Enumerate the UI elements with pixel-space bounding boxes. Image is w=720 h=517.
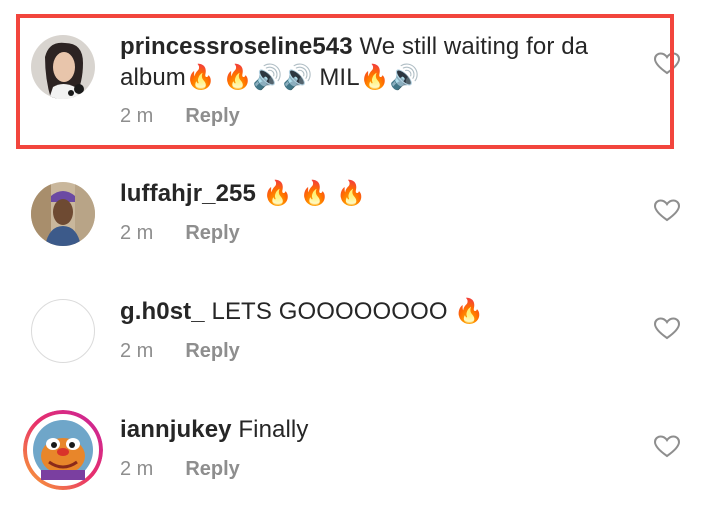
comment-body: Finally (231, 416, 309, 443)
like-heart-icon[interactable] (654, 199, 680, 223)
like-heart-icon[interactable] (654, 435, 680, 459)
like-heart-icon[interactable] (654, 52, 680, 76)
avatar[interactable] (31, 299, 95, 363)
comment-body: 🔥 🔥 🔥 (255, 180, 367, 207)
avatar[interactable] (31, 35, 95, 99)
reply-button[interactable]: Reply (185, 105, 239, 127)
comment-body-line2: album🔥 🔥🔊🔊 MIL🔥🔊 (120, 64, 420, 91)
comment-text: iannjukey Finally (120, 414, 620, 445)
comment-body: We still waiting for da (352, 33, 589, 60)
comment-timestamp: 2 m (120, 222, 154, 244)
comment-body: LETS GOOOOOOOO 🔥 (204, 298, 485, 325)
comment-meta: 2 m Reply (120, 104, 240, 128)
comment-text: luffahjr_255 🔥 🔥 🔥 (120, 178, 620, 209)
comment-timestamp: 2 m (120, 340, 154, 362)
comment-meta: 2 m Reply (120, 221, 240, 245)
reply-button[interactable]: Reply (185, 340, 239, 362)
comment-meta: 2 m Reply (120, 457, 240, 481)
comment-timestamp: 2 m (120, 458, 154, 480)
like-heart-icon[interactable] (654, 317, 680, 341)
comment-username[interactable]: princessroseline543 (120, 33, 353, 60)
comment-text: g.h0st_ LETS GOOOOOOOO 🔥 (120, 296, 620, 327)
reply-button[interactable]: Reply (185, 458, 239, 480)
comment-meta: 2 m Reply (120, 339, 240, 363)
comment-username[interactable]: iannjukey (120, 416, 232, 443)
comment-text: princessroseline543 We still waiting for… (120, 31, 620, 93)
avatar[interactable] (23, 410, 103, 490)
reply-button[interactable]: Reply (185, 222, 239, 244)
comment-username[interactable]: luffahjr_255 (120, 180, 256, 207)
avatar[interactable] (31, 182, 95, 246)
comment-username[interactable]: g.h0st_ (120, 298, 205, 325)
comment-timestamp: 2 m (120, 105, 154, 127)
